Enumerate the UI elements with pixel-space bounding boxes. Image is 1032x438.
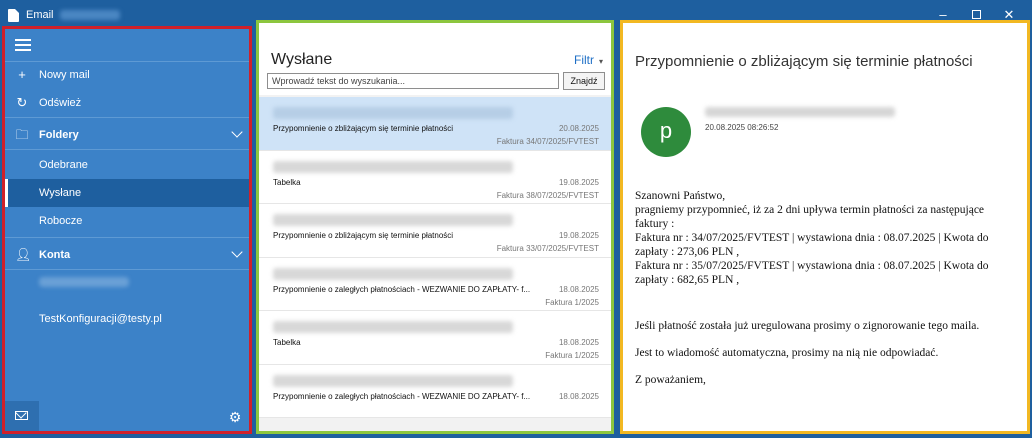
sender-redacted	[273, 160, 513, 173]
folders-label: Foldery	[39, 129, 79, 141]
sidebar-item-sent[interactable]: Wysłane	[5, 179, 249, 207]
sidebar-item-label: Robocze	[39, 215, 83, 227]
message-subject-heading: Przypomnienie o zbliżającym się terminie…	[635, 53, 973, 70]
sender-redacted	[273, 267, 513, 280]
reading-pane: Przypomnienie o zbliżającym się terminie…	[620, 20, 1030, 434]
message-ref: Faktura 34/07/2025/FVTEST	[496, 137, 599, 146]
body-closing: Z poważaniem,	[635, 374, 706, 386]
refresh-icon: ↻	[16, 95, 28, 110]
divider	[5, 269, 249, 270]
message-subject: Tabelka	[273, 177, 301, 187]
message-date: 19.08.2025	[558, 177, 599, 187]
divider	[5, 117, 249, 118]
message-date: 18.08.2025	[558, 391, 599, 401]
sidebar-item-account[interactable]: TestKonfiguracji@testy.pl	[5, 305, 249, 333]
message-date: 19.08.2025	[558, 231, 599, 240]
refresh-button[interactable]: ↻ Odśwież	[5, 89, 249, 117]
window-title-redacted	[60, 10, 120, 20]
sidebar-item-account-redacted[interactable]	[5, 273, 249, 301]
divider	[5, 237, 249, 238]
filter-dropdown[interactable]: Filtr	[574, 53, 603, 67]
list-item[interactable]: Przypomnienie o zaległych płatnościach -…	[259, 364, 611, 418]
sender-redacted	[705, 107, 895, 117]
body-line: pragniemy przypomnieć, iż za 2 dni upływ…	[635, 204, 985, 230]
message-list-pane: Wysłane Filtr Znajdź Przypomnienie o zbl…	[256, 20, 614, 434]
list-item[interactable]: Przypomnienie o zbliżającym się terminie…	[259, 97, 611, 151]
accounts-label: Konta	[39, 249, 71, 261]
sender-redacted	[273, 374, 513, 387]
plus-icon: +	[18, 67, 26, 82]
avatar: p	[641, 107, 691, 157]
window-title: Email	[26, 9, 54, 21]
message-list: Przypomnienie o zbliżającym się terminie…	[259, 97, 611, 431]
message-ref: Faktura 1/2025	[545, 297, 599, 307]
message-body[interactable]: Szanowni Państwo, pragniemy przypomnieć,…	[635, 189, 1015, 387]
app-icon	[8, 9, 19, 22]
sidebar-item-label: Wysłane	[39, 187, 82, 199]
sender-redacted	[273, 214, 513, 226]
mail-view-button[interactable]	[5, 401, 39, 431]
message-timestamp: 20.08.2025 08:26:52	[705, 123, 779, 132]
sidebar: + Nowy mail ↻ Odśwież 🗀 Foldery Odebrane…	[2, 26, 252, 434]
body-line: Faktura nr : 34/07/2025/FVTEST | wystawi…	[635, 232, 989, 258]
message-list-header: Wysłane Filtr Znajdź	[259, 23, 611, 95]
refresh-label: Odśwież	[39, 97, 82, 109]
message-date: 18.08.2025	[558, 338, 599, 347]
sidebar-item-drafts[interactable]: Robocze	[5, 207, 249, 235]
sender-redacted	[273, 321, 513, 333]
envelope-icon	[15, 411, 28, 420]
accounts-toggle[interactable]: 👤︎ Konta	[5, 241, 249, 269]
search-button[interactable]: Znajdź	[563, 72, 605, 90]
sidebar-item-inbox[interactable]: Odebrane	[5, 151, 249, 179]
account-redacted	[39, 277, 129, 287]
hamburger-menu-icon[interactable]	[15, 39, 31, 51]
sender-redacted	[273, 107, 513, 119]
body-paragraph: Jeśli płatność została już uregulowana p…	[635, 320, 980, 332]
chevron-down-icon	[231, 248, 243, 260]
person-icon: 👤︎	[15, 247, 32, 262]
folder-title: Wysłane	[271, 51, 333, 68]
message-subject: Przypomnienie o zbliżającym się terminie…	[273, 124, 454, 133]
message-date: 20.08.2025	[558, 124, 599, 133]
sidebar-item-label: Odebrane	[39, 159, 88, 171]
list-item[interactable]: Tabelka 19.08.2025 Faktura 38/07/2025/FV…	[259, 150, 611, 204]
message-ref: Faktura 38/07/2025/FVTEST	[496, 190, 599, 200]
message-ref: Faktura 33/07/2025/FVTEST	[496, 244, 599, 253]
list-item[interactable]: Przypomnienie o zaległych płatnościach -…	[259, 257, 611, 311]
message-subject: Przypomnienie o zbliżającym się terminie…	[273, 231, 454, 240]
maximize-icon	[971, 10, 981, 19]
chevron-down-icon	[231, 128, 243, 140]
list-item[interactable]: Tabelka 18.08.2025 Faktura 1/2025	[259, 311, 611, 365]
folder-icon: 🗀	[15, 127, 29, 142]
list-item[interactable]: Przypomnienie o zbliżającym się terminie…	[259, 204, 611, 258]
message-subject: Przypomnienie o zaległych płatnościach -…	[273, 391, 531, 401]
body-line: Faktura nr : 35/07/2025/FVTEST | wystawi…	[635, 260, 989, 286]
divider	[5, 149, 249, 150]
search-input[interactable]	[267, 73, 559, 89]
body-paragraph: Jest to wiadomość automatyczna, prosimy …	[635, 347, 939, 359]
new-mail-button[interactable]: + Nowy mail	[5, 61, 249, 89]
folders-toggle[interactable]: 🗀 Foldery	[5, 121, 249, 149]
gear-icon[interactable]: ⚙	[227, 409, 243, 425]
body-greeting: Szanowni Państwo,	[635, 190, 726, 202]
message-ref: Faktura 1/2025	[545, 351, 599, 360]
new-mail-label: Nowy mail	[39, 69, 90, 81]
message-date: 18.08.2025	[558, 284, 599, 294]
message-subject: Przypomnienie o zaległych płatnościach -…	[273, 284, 531, 294]
message-subject: Tabelka	[273, 338, 301, 347]
account-label: TestKonfiguracji@testy.pl	[39, 313, 162, 325]
